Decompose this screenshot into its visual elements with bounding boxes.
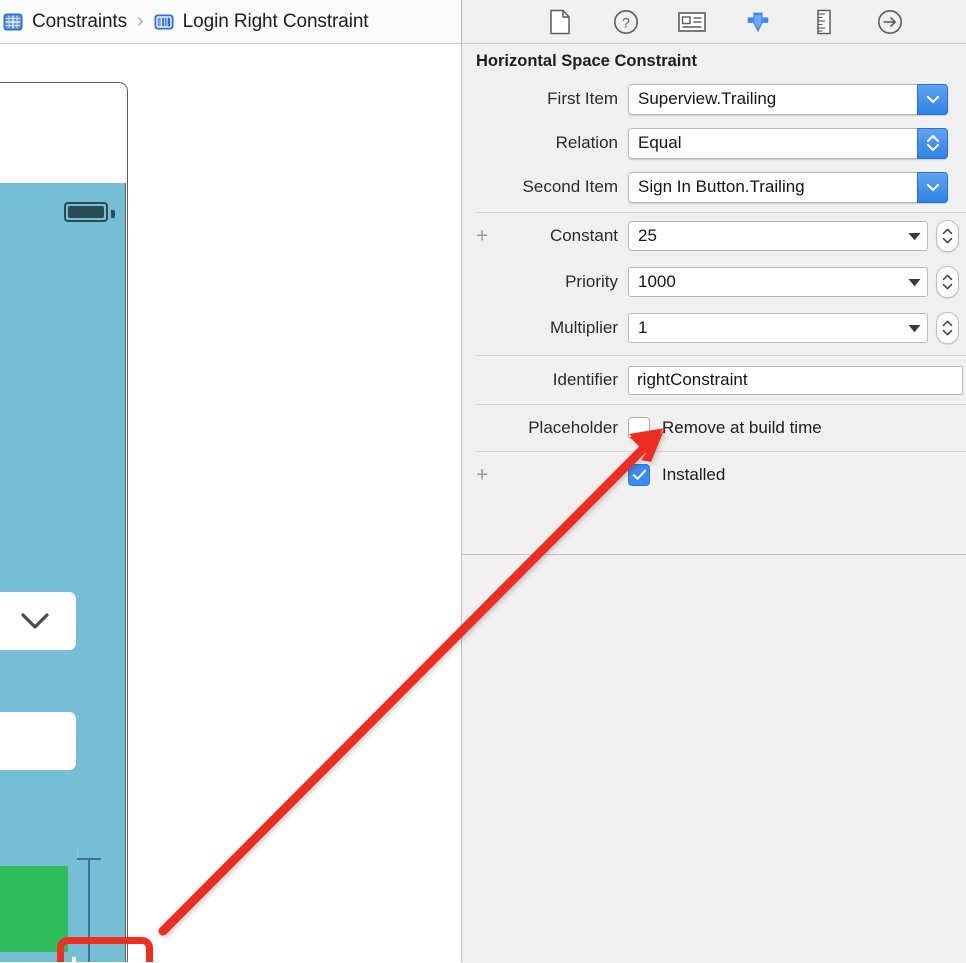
label-priority: Priority [565,272,618,291]
triangle-down-icon [908,232,920,240]
constraint-attributes-form: First Item Superview.Trailing Relation E… [462,77,966,498]
placeholder-checkbox-row[interactable]: Remove at build time [628,417,822,439]
arrow-right-circle-icon [878,9,902,34]
attributes-inspector-tab[interactable] [744,8,772,36]
breadcrumb: Constraints › Login Right Constraint [0,0,461,44]
row-priority: Priority 1000 [462,259,966,305]
installed-checkbox-row[interactable]: Installed [628,464,725,486]
document-icon [550,9,570,34]
xcode-interface-builder-screen: Constraints › Login Right Constraint ? H… [0,0,966,963]
multiplier-stepper[interactable] [936,312,959,344]
inspector-tab-bar: ? [462,0,966,44]
checkmark-icon [632,469,646,480]
chevron-down-icon [926,183,939,192]
text-field-lower[interactable] [0,712,76,770]
relation-stepper-button[interactable] [917,127,948,159]
row-identifier: Identifier rightConstraint [462,356,966,404]
constraints-grid-icon [3,13,23,30]
ruler-icon [817,9,831,34]
first-item-dropdown-button[interactable] [917,83,948,115]
chevron-up-icon[interactable] [942,274,953,281]
multiplier-combo[interactable]: 1 [628,313,928,343]
triangle-down-icon [908,324,920,332]
file-inspector-tab[interactable] [546,8,574,36]
row-first-item: First Item Superview.Trailing [462,77,966,121]
first-item-popup[interactable]: Superview.Trailing [628,83,948,115]
priority-stepper[interactable] [936,266,959,298]
installed-label: Installed [662,465,726,484]
id-card-icon [678,11,706,32]
chevron-up-icon[interactable] [942,228,953,235]
row-placeholder: Placeholder Remove at build time [462,405,966,451]
battery-icon [64,202,115,222]
multiplier-value[interactable]: 1 [629,318,901,338]
label-second-item: Second Item [522,177,618,196]
chevron-down-icon [926,95,939,104]
chevron-down-icon[interactable] [942,237,953,244]
inspector-empty-area [462,554,966,963]
chevron-down-icon [21,613,49,629]
add-constant-variation-button[interactable]: + [476,226,488,247]
remove-at-build-time-label: Remove at build time [662,418,822,437]
constant-value[interactable]: 25 [629,226,901,246]
chevron-up-down-icon [926,134,939,152]
breadcrumb-label-login-right-constraint: Login Right Constraint [182,10,369,32]
chevron-up-icon[interactable] [942,320,953,327]
identity-inspector-tab[interactable] [678,8,706,36]
canvas-pane: Constraints › Login Right Constraint [0,0,461,962]
row-constant: + Constant 25 [462,213,966,259]
sign-in-button[interactable] [0,866,68,952]
label-relation: Relation [555,133,618,152]
label-identifier: Identifier [552,370,618,389]
size-inspector-tab[interactable] [810,8,838,36]
chevron-down-icon[interactable] [942,283,953,290]
row-relation: Relation Equal [462,121,966,165]
row-multiplier: Multiplier 1 [462,305,966,351]
second-item-popup[interactable]: Sign In Button.Trailing [628,171,948,203]
breadcrumb-item-constraints[interactable]: Constraints [0,11,127,33]
connections-inspector-tab[interactable] [876,8,904,36]
label-multiplier: Multiplier [549,318,618,337]
remove-at-build-time-checkbox[interactable] [628,417,650,439]
inspector-section-title: Horizontal Space Constraint [462,45,966,77]
question-circle-icon: ? [614,9,638,34]
multiplier-dropdown-arrow[interactable] [901,324,927,333]
relation-popup[interactable]: Equal [628,127,948,159]
breadcrumb-label-constraints: Constraints [32,10,127,32]
row-second-item: Second Item Sign In Button.Trailing [462,165,966,209]
constant-dropdown-arrow[interactable] [901,232,927,241]
row-installed: + Installed [462,452,966,498]
view-background[interactable] [0,183,126,962]
priority-combo[interactable]: 1000 [628,267,928,297]
priority-dropdown-arrow[interactable] [901,278,927,287]
identifier-input[interactable]: rightConstraint [628,365,963,395]
design-canvas[interactable] [0,44,461,962]
svg-text:?: ? [622,14,630,30]
triangle-down-icon [908,278,920,286]
label-placeholder: Placeholder [528,418,618,437]
first-item-value: Superview.Trailing [628,83,917,115]
installed-checkbox[interactable] [628,464,650,486]
second-item-value: Sign In Button.Trailing [628,171,917,203]
label-first-item: First Item [547,89,618,108]
chevron-down-icon[interactable] [942,329,953,336]
breadcrumb-separator: › [137,10,144,32]
quick-help-inspector-tab[interactable]: ? [612,8,640,36]
section-title-text: Horizontal Space Constraint [476,51,697,70]
constraint-object-icon [154,14,174,29]
priority-value[interactable]: 1000 [629,272,901,292]
down-arrow-shield-icon [747,12,769,32]
breadcrumb-item-login-right-constraint[interactable]: Login Right Constraint [153,11,369,33]
add-installed-variation-button[interactable]: + [476,465,488,486]
annotation-highlight-box [57,937,153,962]
constant-combo[interactable]: 25 [628,221,928,251]
second-item-dropdown-button[interactable] [917,171,948,203]
relation-value: Equal [628,127,917,159]
inspector-pane: ? Horizontal Space Constraint First Item… [461,0,966,963]
constant-stepper[interactable] [936,220,959,252]
